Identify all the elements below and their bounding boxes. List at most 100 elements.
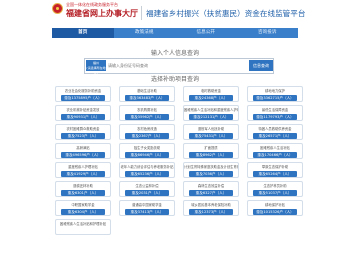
subsidy-count: 惠及363483户（人） bbox=[125, 95, 169, 101]
subsidy-card[interactable]: 特困人员救助供养资金惠及26571户（人） bbox=[247, 124, 303, 140]
subsidy-card[interactable]: 农业社会化服务补助资金 惠及1375895户（人） bbox=[55, 86, 111, 102]
site-header: 全国一体化在线政务服务平台 福建省网上办事大厅 福建省乡村振兴（扶贫惠民）资金在… bbox=[0, 0, 350, 28]
subsidy-name: 扩面提质 bbox=[204, 146, 218, 150]
subsidy-name: 困难残疾人生活补贴和护理补贴 bbox=[59, 222, 107, 226]
subsidy-name: 生态护林员补助 bbox=[263, 184, 287, 188]
subsidy-name: 特困人员救助供养资金 bbox=[258, 127, 292, 131]
subsidy-count: 惠及7036户（人） bbox=[189, 171, 233, 177]
subsidy-name: 重度残疾人护理补贴 bbox=[68, 165, 98, 169]
subsidy-count: 惠及75431户（人） bbox=[189, 133, 233, 139]
subsidy-count: 惠及65264户（人） bbox=[253, 171, 297, 177]
subsidy-count: 惠及26571户（人） bbox=[253, 133, 297, 139]
subsidy-count: 惠及86946户（人） bbox=[125, 152, 169, 158]
area-select[interactable]: 福州 (请选择所在地区) bbox=[86, 60, 106, 75]
subsidy-count: 惠及90931户（人） bbox=[61, 114, 105, 120]
subsidy-card[interactable]: 临时救助资金 惠及24368户（人） bbox=[183, 86, 239, 102]
subsidy-count: 惠及1179793户（人） bbox=[253, 114, 297, 120]
subsidy-card[interactable]: 最低生活保障资金惠及1179793户（人） bbox=[247, 105, 303, 121]
subsidy-card[interactable]: 退役军人优抚补助惠及75431户（人） bbox=[183, 124, 239, 140]
subsidy-card[interactable]: 中职国家助学金惠及6304户（人） bbox=[55, 200, 111, 216]
subsidy-name: 耕地地力保护 bbox=[265, 89, 285, 93]
subsidy-card[interactable]: 基础生活补助惠及363483户（人） bbox=[119, 86, 175, 102]
subsidy-count: 惠及51037户（人） bbox=[253, 190, 297, 196]
subsidy-card[interactable]: 农业机械补贴资金发放惠及90931户（人） bbox=[55, 105, 111, 121]
subsidy-card[interactable]: 耕地保护补贴惠及1015326户（人） bbox=[247, 200, 303, 216]
subsidy-card[interactable]: 重度残疾人护理补贴 惠及41929户（人） bbox=[55, 162, 111, 178]
subsidy-count: 惠及35962户（人） bbox=[125, 114, 169, 120]
subsidy-count: 惠及1375895户（人） bbox=[61, 95, 105, 101]
subsidy-count: 惠及1015326户（人） bbox=[253, 209, 297, 215]
subsidy-card[interactable]: 森林生态效益补偿惠及6327户（人） bbox=[183, 181, 239, 197]
subsidy-name: 普通高中国家助学金 bbox=[132, 203, 162, 207]
subsidy-name: 困难残疾人生活补贴和重度残疾人护理补贴 bbox=[184, 108, 238, 112]
subsidy-card[interactable]: 扩面提质惠及8962户（人） bbox=[183, 143, 239, 159]
id-number-input[interactable] bbox=[108, 60, 248, 71]
subsidy-name: 高龄津贴 bbox=[76, 146, 90, 150]
subsidy-count: 惠及6327户（人） bbox=[189, 190, 233, 196]
subsidy-name: 生态公益林补偿 bbox=[135, 184, 159, 188]
subsidy-count: 惠及12373户（人） bbox=[189, 209, 233, 215]
subsidy-count: 惠及24368户（人） bbox=[189, 95, 233, 101]
logo-title[interactable]: 福建省网上办事大厅 bbox=[66, 8, 138, 19]
subsidy-card[interactable]: 耕地地力保护惠及3362715户（人） bbox=[247, 86, 303, 102]
nav-home[interactable]: 首页 bbox=[52, 28, 114, 38]
header-divider bbox=[141, 6, 142, 20]
subsidy-card[interactable]: 老年人能力综合评估与养老服务补贴 惠及65236户（人） bbox=[119, 162, 175, 178]
subsidy-card[interactable]: 生态护林员补助惠及51037户（人） bbox=[247, 181, 303, 197]
subsidy-name: 基础生活补助 bbox=[137, 89, 157, 93]
subsidy-count: 惠及2031户（人） bbox=[125, 190, 169, 196]
subsidy-name: 城乡居民基本养老保险补助 bbox=[191, 203, 231, 207]
subsidy-name: 农机购置补贴 bbox=[137, 108, 157, 112]
subsidy-count: 惠及37413户（人） bbox=[125, 209, 169, 215]
subsidy-grid: 农业社会化服务补助资金 惠及1375895户（人） 基础生活补助惠及363483户（… bbox=[55, 86, 303, 235]
subsidy-name: 退耕还林补助 bbox=[73, 184, 93, 188]
subsidy-name: 草原生态保护补助 bbox=[261, 165, 289, 169]
subsidy-card[interactable]: 草原生态保护补助惠及65264户（人） bbox=[247, 162, 303, 178]
subsidy-count: 惠及8962户（人） bbox=[189, 152, 233, 158]
subsidy-count: 惠及496596户（人） bbox=[61, 152, 105, 158]
page-title: 福建省乡村振兴（扶贫惠民）资金在线监管平台 bbox=[146, 9, 306, 18]
government-emblem-icon bbox=[52, 3, 63, 14]
subsidy-name: 农村危房改造 bbox=[137, 127, 157, 131]
query-button[interactable]: 信息查询 bbox=[249, 60, 273, 71]
subsidy-count: 惠及7523户（人） bbox=[61, 133, 105, 139]
subsidy-name: 退役军人优抚补助 bbox=[197, 127, 225, 131]
subsidy-card[interactable]: 城乡居民基本养老保险补助 惠及12373户（人） bbox=[183, 200, 239, 216]
subsidy-card[interactable]: 普通高中国家助学金惠及37413户（人） bbox=[119, 200, 175, 216]
subsidy-count: 惠及6304户（人） bbox=[61, 209, 105, 215]
subsidy-card[interactable]: 退耕还林补助惠及6301户（人） bbox=[55, 181, 111, 197]
subsidy-card[interactable]: 农村困难群众救助资金惠及7523户（人） bbox=[55, 124, 111, 140]
subsidy-count: 惠及212131户（人） bbox=[189, 114, 233, 120]
subsidy-card[interactable]: 生态公益林补偿惠及2031户（人） bbox=[119, 181, 175, 197]
subsidy-count: 惠及170466户（人） bbox=[253, 152, 297, 158]
subsidy-name: 独生子女奖励扶助 bbox=[133, 146, 161, 150]
subsidy-card[interactable]: 农村危房改造惠及2367户（人） bbox=[119, 124, 175, 140]
subsidy-count: 惠及2367户（人） bbox=[125, 133, 169, 139]
subsidy-card[interactable]: 计划生育特殊家庭扶助金及计划生育家庭奖励扶助金惠及7036户（人） bbox=[183, 162, 239, 178]
subsidy-name: 耕地保护补贴 bbox=[265, 203, 285, 207]
subsidy-count: 惠及6301户（人） bbox=[61, 190, 105, 196]
subsidy-name: 计划生育特殊家庭扶助金及计划生育家庭奖励扶助金 bbox=[184, 165, 238, 169]
subsidy-card[interactable]: 农机购置补贴惠及35962户（人） bbox=[119, 105, 175, 121]
subsidy-name: 农村困难群众救助资金 bbox=[66, 127, 100, 131]
subsidy-count: 惠及3362715户（人） bbox=[253, 95, 297, 101]
subsidy-card[interactable]: 困难残疾人生活补贴和重度残疾人护理补贴惠及212131户（人） bbox=[183, 105, 239, 121]
subsidy-name: 困难残疾人生活补贴 bbox=[260, 146, 290, 150]
nav-disclosure[interactable]: 信息公开 bbox=[175, 28, 237, 38]
subsidy-count: 惠及65236户（人） bbox=[125, 171, 169, 177]
subsidy-query-title: 选择补助项目查询 bbox=[150, 76, 199, 83]
subsidy-card[interactable]: 困难残疾人生活补贴惠及170466户（人） bbox=[247, 143, 303, 159]
subsidy-name: 最低生活保障资金 bbox=[261, 108, 289, 112]
main-nav: 首页 政策法规 信息公开 咨询投诉 bbox=[52, 28, 298, 38]
personal-query-title: 输入个人信息查询 bbox=[150, 50, 199, 57]
subsidy-name: 中职国家助学金 bbox=[71, 203, 95, 207]
nav-complaints[interactable]: 咨询投诉 bbox=[237, 28, 299, 38]
subsidy-name: 农业社会化服务补助资金 bbox=[64, 89, 102, 93]
subsidy-card[interactable]: 独生子女奖励扶助惠及86946户（人） bbox=[119, 143, 175, 159]
nav-policy[interactable]: 政策法规 bbox=[114, 28, 176, 38]
subsidy-card[interactable]: 困难残疾人生活补贴和护理补贴 bbox=[55, 219, 111, 235]
subsidy-card[interactable]: 高龄津贴惠及496596户（人） bbox=[55, 143, 111, 159]
subsidy-name: 农业机械补贴资金发放 bbox=[66, 108, 100, 112]
subsidy-name: 老年人能力综合评估与养老服务补贴 bbox=[120, 165, 174, 169]
subsidy-name: 森林生态效益补偿 bbox=[197, 184, 225, 188]
